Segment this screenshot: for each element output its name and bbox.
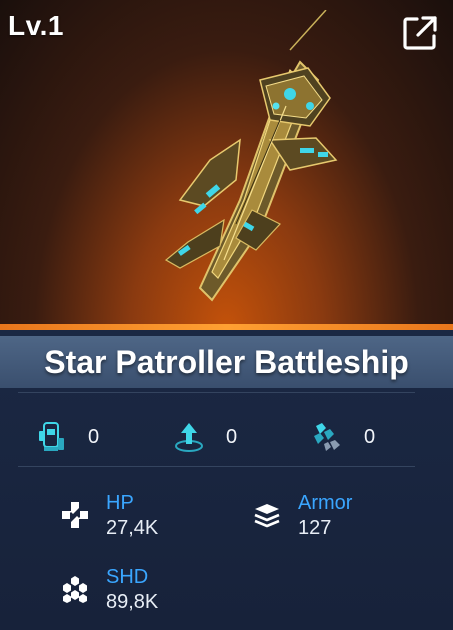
divider-top: [18, 392, 415, 393]
divider-bottom: [18, 466, 415, 467]
shd-label: SHD: [106, 566, 149, 588]
ship-name: Star Patroller Battleship: [44, 343, 409, 380]
hp-value: 27,4K: [106, 517, 159, 539]
stat-upgrade-value: 0: [226, 425, 238, 448]
external-link-icon[interactable]: [401, 14, 439, 52]
capsule-module-icon: [39, 422, 64, 451]
armor-label: Armor: [298, 492, 353, 514]
stat-capsule-value: 0: [88, 425, 100, 448]
ship-card: Lv.1 Star Patroller Battleship 0 0 0 HP …: [0, 0, 453, 630]
module-stats-row: 0 0 0: [0, 415, 453, 459]
cross-plus-icon: [62, 502, 88, 528]
attr-shd: SHD 89,8K: [60, 566, 220, 620]
shd-value: 89,8K: [106, 591, 159, 613]
level-label: Lv.1: [8, 10, 64, 41]
armor-value: 127: [298, 517, 332, 539]
stat-upgrade: 0: [174, 415, 237, 459]
ship-title-bar: Star Patroller Battleship: [0, 336, 453, 388]
drone-cluster-icon: [314, 423, 340, 451]
stat-drones-value: 0: [364, 425, 376, 448]
ship-hero-panel: Lv.1: [0, 0, 453, 330]
attr-hp: HP 27,4K: [60, 492, 220, 546]
battleship-illustration: [164, 10, 338, 302]
hexagon-cluster-icon: [63, 576, 87, 603]
upgrade-arrow-icon: [175, 423, 203, 452]
hp-label: HP: [106, 492, 134, 514]
layers-icon: [254, 504, 280, 528]
stat-capsule: 0: [38, 415, 99, 459]
stat-drones: 0: [310, 415, 375, 459]
attr-armor: Armor 127: [252, 492, 422, 546]
